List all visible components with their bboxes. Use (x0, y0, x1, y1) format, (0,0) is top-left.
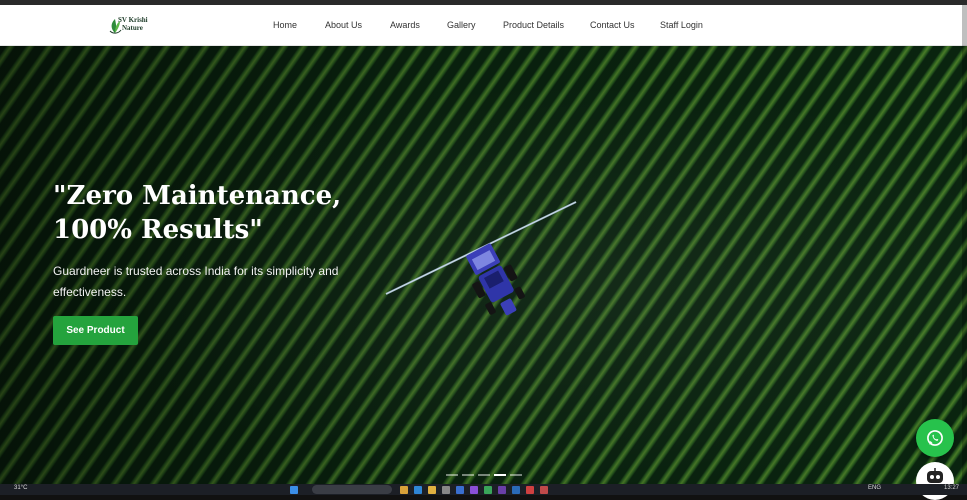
nav-contact-us[interactable]: Contact Us (590, 20, 635, 30)
nav-about-us[interactable]: About Us (325, 20, 362, 30)
hero-headline-line2: 100% Results" (53, 215, 263, 245)
hero-content: "Zero Maintenance, 100% Results" Guardne… (53, 179, 373, 345)
clock[interactable]: 13:27 (944, 485, 959, 491)
app-icon[interactable] (512, 486, 520, 494)
edge-browser-icon[interactable] (414, 486, 422, 494)
carousel-dot[interactable] (510, 474, 522, 476)
start-icon[interactable] (290, 486, 298, 494)
hero-headline-line1: "Zero Maintenance, (53, 181, 342, 211)
file-explorer-icon[interactable] (428, 486, 436, 494)
robot-icon (927, 468, 943, 483)
brand-name-line1: SV Krishi (118, 16, 148, 24)
os-taskbar: 31°C ENG 13:27 (0, 484, 967, 495)
nav-staff-login[interactable]: Staff Login (660, 20, 703, 30)
carousel-dot[interactable] (446, 474, 458, 476)
app-icon[interactable] (442, 486, 450, 494)
app-icon[interactable] (456, 486, 464, 494)
hero-subtext: Guardneer is trusted across India for it… (53, 264, 339, 299)
nav-awards[interactable]: Awards (390, 20, 420, 30)
taskbar-search[interactable] (312, 485, 392, 494)
site-header: SV Krishi Nature Home About Us Awards Ga… (0, 5, 967, 46)
brand-name-line2: Nature (122, 24, 143, 32)
whatsapp-button[interactable] (916, 419, 954, 457)
weather-readout[interactable]: 31°C (14, 485, 27, 491)
carousel-indicators (446, 474, 522, 476)
whatsapp-icon (927, 430, 943, 446)
site-logo[interactable]: SV Krishi Nature (108, 15, 160, 37)
chrome-icon[interactable] (526, 486, 534, 494)
scrollbar-edge (962, 5, 967, 484)
nav-gallery[interactable]: Gallery (447, 20, 476, 30)
carousel-dot[interactable] (462, 474, 474, 476)
app-icon[interactable] (484, 486, 492, 494)
language-indicator[interactable]: ENG (868, 485, 881, 491)
app-icon[interactable] (540, 486, 548, 494)
nav-product-details[interactable]: Product Details (503, 20, 564, 30)
taskbar-pinned-apps (400, 486, 548, 494)
app-icon[interactable] (470, 486, 478, 494)
folder-icon[interactable] (400, 486, 408, 494)
carousel-dot-active[interactable] (494, 474, 506, 476)
app-icon[interactable] (498, 486, 506, 494)
hero-banner: "Zero Maintenance, 100% Results" Guardne… (0, 46, 967, 484)
nav-home[interactable]: Home (273, 20, 297, 30)
see-product-button[interactable]: See Product (53, 316, 138, 345)
tractor-sprayer-image (385, 201, 577, 316)
carousel-dot[interactable] (478, 474, 490, 476)
taskbar-apps (290, 486, 298, 494)
hero-headline: "Zero Maintenance, 100% Results" (53, 179, 373, 247)
